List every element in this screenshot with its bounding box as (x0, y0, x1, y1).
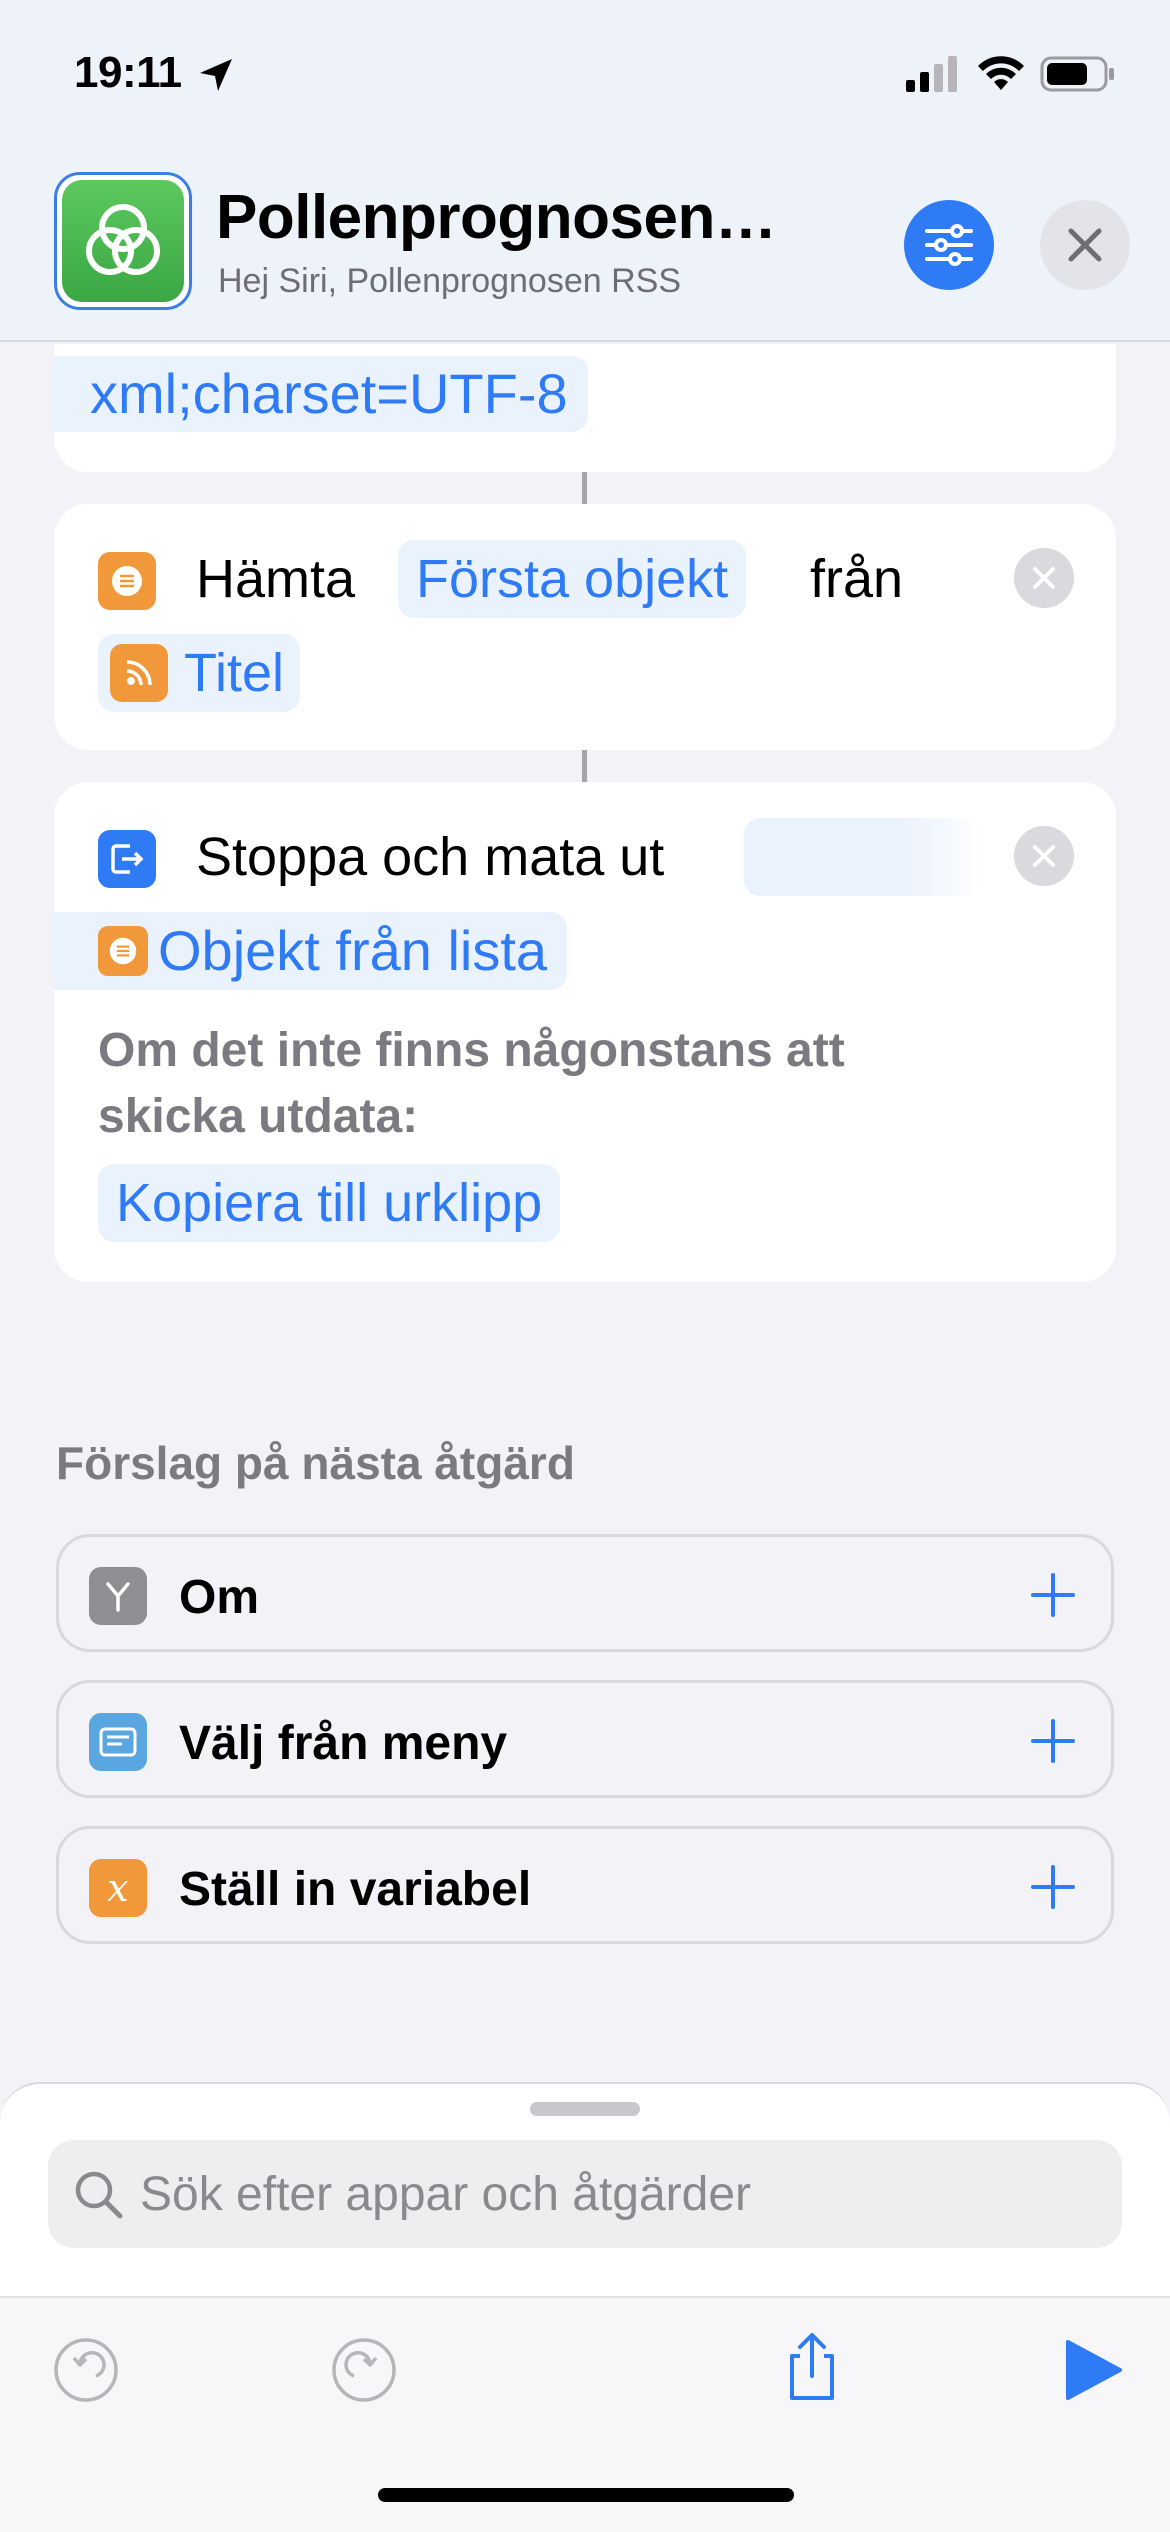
first-item-token-label: Första objekt (416, 549, 729, 609)
shortcut-header: Pollenprognosen… Hej Siri, Pollenprognos… (0, 150, 1170, 342)
get-item-preposition: från (810, 549, 904, 609)
action-card-stop-output[interactable]: Stoppa och mata ut Objekt från lista Om … (54, 782, 1116, 1282)
stop-output-verb: Stoppa och mata ut (196, 827, 665, 887)
status-bar: 19:11 (0, 0, 1170, 150)
shortcut-title[interactable]: Pollenprognosen… (216, 182, 777, 253)
copy-to-clipboard-token[interactable]: Kopiera till urklipp (98, 1164, 561, 1242)
list-icon (98, 552, 156, 610)
battery-icon (1040, 56, 1114, 92)
play-icon[interactable] (1056, 2334, 1128, 2406)
status-time: 19:11 (74, 48, 182, 97)
connector-line (582, 472, 587, 504)
close-icon (1068, 228, 1102, 262)
signal-icon (906, 56, 957, 92)
home-indicator (378, 2488, 794, 2502)
suggestion-label: Ställ in variabel (179, 1863, 532, 1916)
add-icon[interactable] (1023, 1565, 1083, 1625)
branch-icon (89, 1567, 147, 1625)
close-icon (1033, 845, 1055, 867)
copy-to-clipboard-label: Kopiera till urklipp (116, 1173, 543, 1233)
suggestion-choose-from-menu[interactable]: Välj från meny (56, 1680, 1114, 1798)
share-icon[interactable] (776, 2326, 848, 2406)
remove-action-button[interactable] (1014, 826, 1074, 886)
suggestions-header: Förslag på nästa åtgärd (56, 1437, 575, 1489)
output-destination-field[interactable] (744, 818, 984, 896)
redo-icon[interactable] (328, 2334, 400, 2406)
wifi-icon (978, 56, 1024, 90)
sliders-icon (925, 224, 973, 266)
menu-icon (89, 1713, 147, 1771)
add-icon[interactable] (1023, 1857, 1083, 1917)
suggestion-label: Välj från meny (179, 1717, 508, 1770)
title-token[interactable]: Titel (98, 634, 301, 712)
sheet-grabber[interactable] (530, 2102, 640, 2116)
close-icon (1033, 567, 1055, 589)
action-card-content-type: xml;charset=UTF-8 (54, 344, 1116, 472)
remove-action-button[interactable] (1014, 548, 1074, 608)
charset-token[interactable]: xml;charset=UTF-8 (54, 356, 588, 432)
suggestion-label: Om (179, 1571, 260, 1624)
list-items-token[interactable]: Objekt från lista (54, 912, 568, 990)
rss-icon (110, 644, 168, 702)
location-arrow-icon (200, 59, 232, 91)
suggestion-if[interactable]: Om (56, 1534, 1114, 1652)
close-button[interactable] (1040, 200, 1130, 290)
add-icon[interactable] (1023, 1711, 1083, 1771)
first-item-token[interactable]: Första objekt (398, 540, 747, 618)
pollen-circles-icon (86, 204, 160, 275)
action-card-get-item[interactable]: Hämta Första objekt från Titel (54, 504, 1116, 750)
connector-line (582, 750, 587, 782)
suggestion-set-variable[interactable]: x Ställ in variabel (56, 1826, 1114, 1944)
shortcut-app-icon[interactable] (54, 172, 192, 310)
search-input[interactable]: Sök efter appar och åtgärder (48, 2140, 1122, 2248)
variable-icon: x (89, 1859, 147, 1917)
shortcut-subtitle: Hej Siri, Pollenprognosen RSS (218, 262, 682, 300)
no-output-note: Om det inte finns någonstans att skicka … (98, 1024, 845, 1143)
title-token-label: Titel (184, 643, 285, 703)
get-item-verb: Hämta (196, 549, 356, 609)
charset-token-label: xml;charset=UTF-8 (90, 362, 568, 425)
search-icon (75, 2171, 123, 2219)
list-items-token-label: Objekt från lista (158, 919, 548, 982)
settings-button[interactable] (904, 200, 994, 290)
shortcut-editor-screen: 19:11 Pollenprognosen… Hej Siri, Pollenp… (0, 0, 1170, 2532)
undo-icon[interactable] (50, 2334, 122, 2406)
output-icon (98, 830, 156, 888)
action-search-sheet: Sök efter appar och åtgärder (0, 2082, 1170, 2296)
list-icon (98, 926, 148, 976)
search-placeholder: Sök efter appar och åtgärder (140, 2168, 752, 2221)
